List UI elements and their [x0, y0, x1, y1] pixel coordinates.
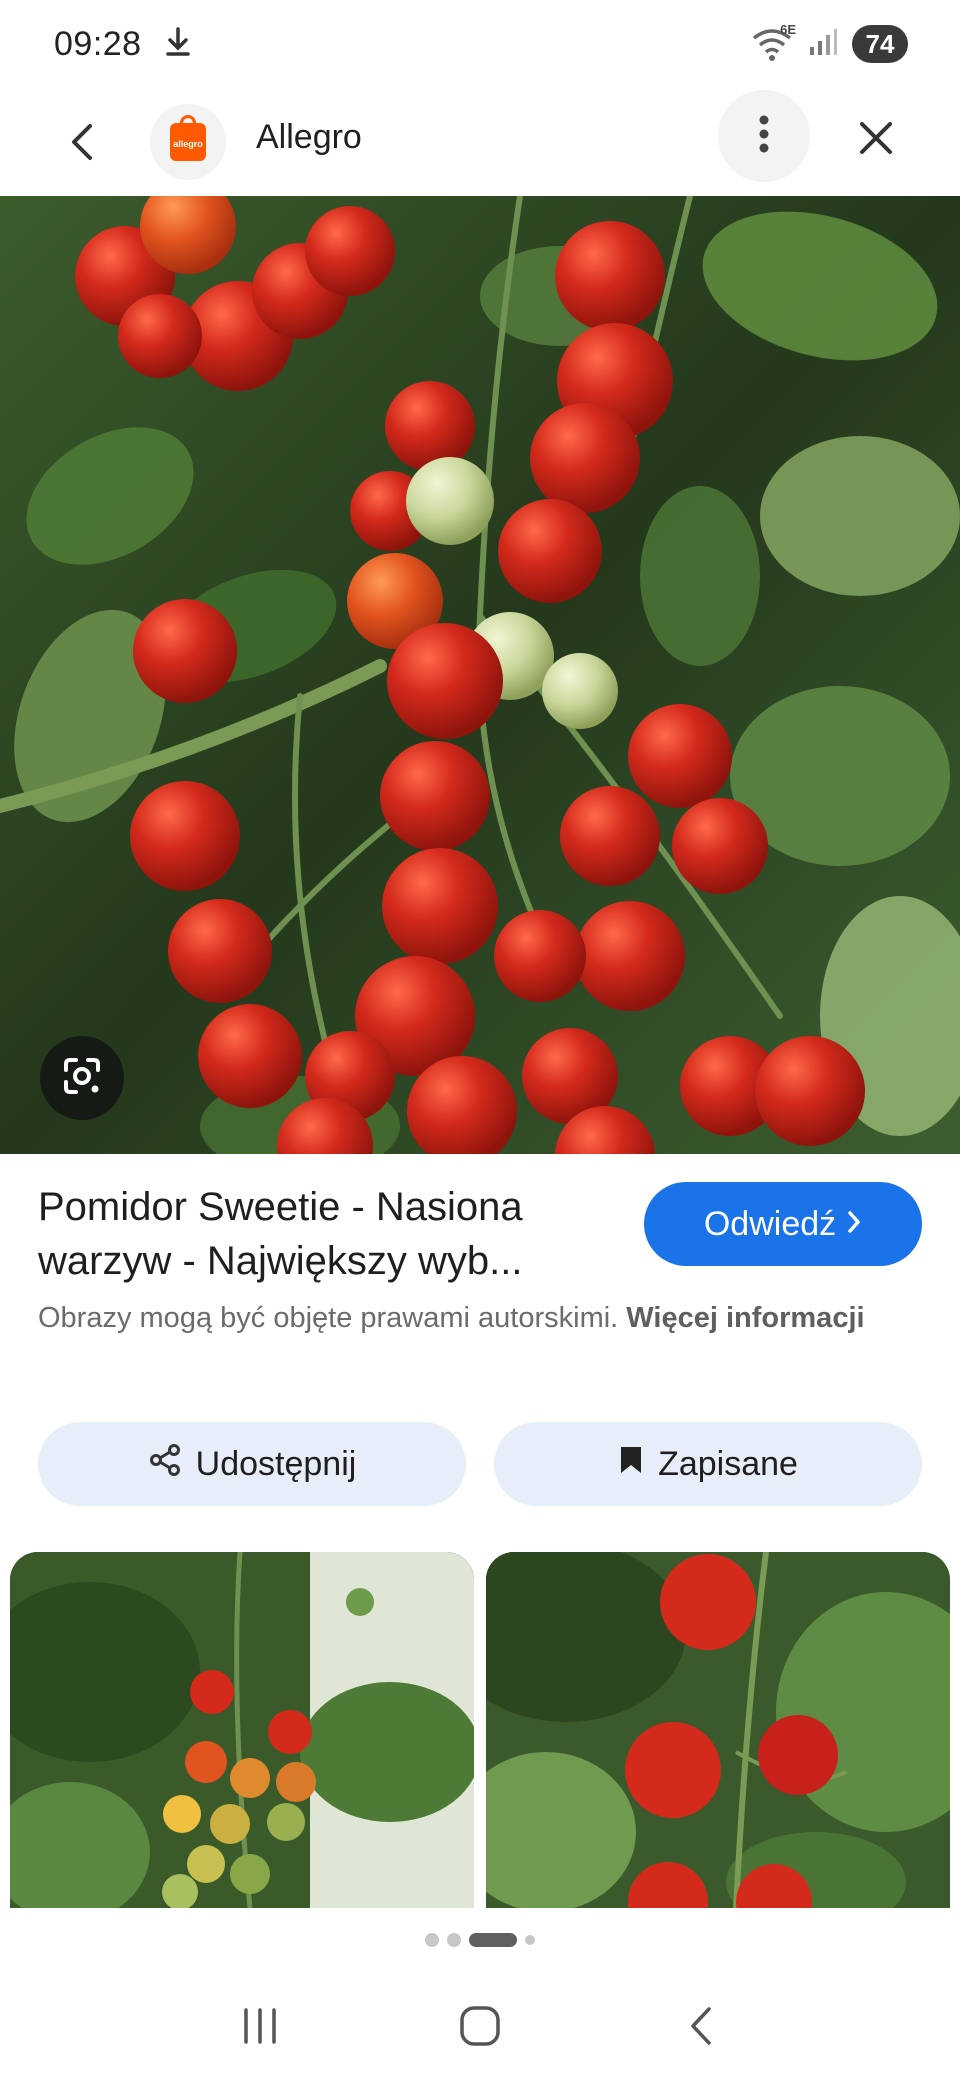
- related-image[interactable]: [486, 1552, 950, 1908]
- pagination-dot: [425, 1933, 439, 1947]
- more-options-button[interactable]: [718, 90, 810, 182]
- nav-back-button[interactable]: [660, 1988, 740, 2068]
- carousel-pagination: [0, 1930, 960, 1950]
- share-icon: [148, 1443, 182, 1486]
- more-vert-icon: [758, 114, 770, 159]
- site-name[interactable]: Allegro: [256, 118, 362, 157]
- related-image[interactable]: [10, 1552, 474, 1908]
- google-lens-button[interactable]: [40, 1036, 124, 1120]
- status-bar: 09:28 6E 74: [0, 0, 960, 88]
- network-type-label: 6E: [780, 22, 796, 37]
- main-image[interactable]: [0, 196, 960, 1154]
- pagination-dot: [447, 1933, 461, 1947]
- related-tomato-image-2: [486, 1552, 950, 1908]
- save-button[interactable]: Zapisane: [494, 1422, 922, 1506]
- shopping-bag-icon: allegro: [170, 115, 206, 161]
- copyright-text: Obrazy mogą być objęte prawami autorskim…: [38, 1302, 619, 1334]
- home-icon: [458, 2004, 502, 2053]
- wifi-icon: 6E: [750, 22, 796, 62]
- visit-label: Odwiedź: [703, 1204, 837, 1243]
- site-logo[interactable]: allegro: [150, 104, 226, 180]
- back-button[interactable]: [52, 114, 112, 174]
- pagination-dot-active: [469, 1933, 517, 1947]
- bookmark-icon: [618, 1444, 644, 1485]
- copyright-notice: Obrazy mogą być objęte prawami autorskim…: [38, 1296, 918, 1340]
- signal-icon: [808, 27, 838, 62]
- back-arrow-icon: [68, 122, 96, 167]
- recent-apps-icon: [240, 2007, 280, 2049]
- nav-back-icon: [687, 2005, 713, 2052]
- google-lens-icon: [60, 1054, 104, 1103]
- tomato-plant-image: [0, 196, 960, 1154]
- related-tomato-image-1: [10, 1552, 474, 1908]
- close-icon: [858, 120, 894, 161]
- status-time: 09:28: [54, 24, 142, 63]
- battery-indicator: 74: [852, 25, 908, 63]
- result-title: Pomidor Sweetie - Nasiona warzyw - Najwi…: [38, 1185, 523, 1283]
- share-button[interactable]: Udostępnij: [38, 1422, 466, 1506]
- save-label: Zapisane: [658, 1444, 798, 1483]
- app-header: allegro Allegro: [0, 88, 960, 196]
- recent-apps-button[interactable]: [220, 1988, 300, 2068]
- system-nav-bar: [0, 1976, 960, 2080]
- more-info-link[interactable]: Więcej informacji: [626, 1302, 864, 1334]
- download-icon: [164, 26, 192, 63]
- logo-text: allegro: [173, 139, 203, 149]
- pagination-dot: [525, 1935, 535, 1945]
- home-button[interactable]: [440, 1988, 520, 2068]
- chevron-right-icon: [846, 1205, 862, 1244]
- share-label: Udostępnij: [195, 1444, 357, 1483]
- close-button[interactable]: [846, 110, 906, 170]
- visit-button[interactable]: Odwiedź: [644, 1182, 922, 1266]
